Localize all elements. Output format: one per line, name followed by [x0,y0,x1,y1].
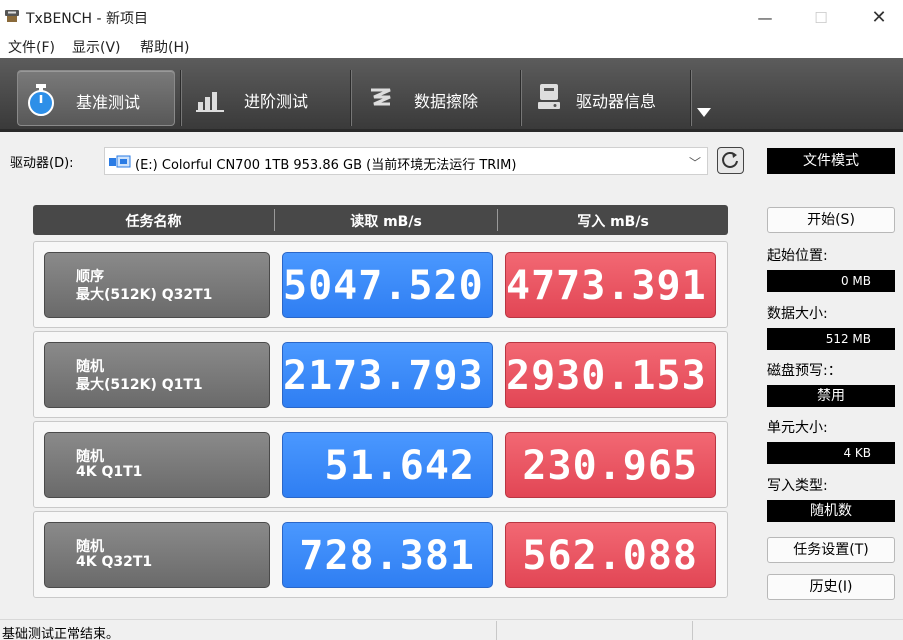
stopwatch-icon [28,84,54,116]
minimize-button[interactable]: — [742,4,788,32]
write-speed-value: 562.088 [505,522,716,588]
refresh-icon [722,152,738,168]
task-type: 随机 [76,449,104,465]
tab-advanced-label: 进阶测试 [244,92,309,111]
unit-size-value[interactable]: 4 KB [767,442,895,464]
drive-info-icon [538,84,560,109]
maximize-button[interactable]: ☐ [798,4,844,32]
result-row-seq: 顺序 最大(512K) Q32T1 5047.520 4773.391 [33,241,728,328]
start-position-label: 起始位置: [767,248,828,264]
write-speed-value: 230.965 [505,432,716,498]
title-bar: TxBENCH - 新项目 — ☐ ✕ [0,0,903,34]
read-speed-value: 5047.520 [282,252,493,318]
task-params: 最大(512K) Q32T1 [76,287,213,303]
tab-drive-info-label: 驱动器信息 [576,92,657,111]
window-title: TxBENCH - 新项目 [26,11,149,27]
task-params: 4K Q32T1 [76,554,153,570]
result-row-rnd-512k: 随机 最大(512K) Q1T1 2173.793 2930.153 [33,331,728,418]
task-button-rnd-4k-q32t1[interactable]: 随机 4K Q32T1 [44,522,270,588]
erase-icon [371,88,391,106]
drive-select[interactable]: (E:) Colorful CN700 1TB 953.86 GB (当前环境无… [104,147,708,175]
menu-view[interactable]: 显示(V) [72,37,121,57]
tab-benchmark-label: 基准测试 [76,93,141,112]
tab-divider [350,70,352,126]
chevron-down-icon: ﹀ [688,156,701,170]
start-position-value[interactable]: 0 MB [767,270,895,292]
status-divider [496,621,497,640]
result-row-rnd-4k-q32t1: 随机 4K Q32T1 728.381 562.088 [33,511,728,598]
task-button-rnd-512k-q1t1[interactable]: 随机 最大(512K) Q1T1 [44,342,270,408]
tab-advanced[interactable]: 进阶测试 [186,70,346,126]
tab-erase[interactable]: 数据擦除 [356,70,516,126]
tab-divider [180,70,182,126]
menu-bar: 文件(F) 显示(V) 帮助(H) [0,34,903,58]
refresh-button[interactable] [717,147,744,174]
data-size-label: 数据大小: [767,306,828,322]
task-type: 顺序 [76,269,104,285]
tab-benchmark[interactable]: 基准测试 [17,70,175,126]
close-button[interactable]: ✕ [856,4,902,32]
header-write: 写入 mB/s [577,214,649,230]
write-type-label: 写入类型: [767,478,828,494]
precondition-value[interactable]: 禁用 [767,385,895,407]
read-speed-value: 2173.793 [282,342,493,408]
status-bar: 基础测试正常结束。 [0,619,903,640]
task-button-seq-q32t1[interactable]: 顺序 最大(512K) Q32T1 [44,252,270,318]
result-row-rnd-4k-q1t1: 随机 4K Q1T1 51.642 230.965 [33,421,728,508]
status-divider [692,621,693,640]
tab-divider [690,70,692,126]
start-button[interactable]: 开始(S) [767,207,895,233]
history-button[interactable]: 历史(I) [767,574,895,600]
toolbar-dropdown-icon[interactable] [697,108,711,117]
drive-select-value: (E:) Colorful CN700 1TB 953.86 GB (当前环境无… [135,158,517,173]
drive-icon [109,155,131,168]
menu-help[interactable]: 帮助(H) [140,37,189,57]
task-type: 随机 [76,539,104,555]
tab-divider [520,70,522,126]
tab-erase-label: 数据擦除 [414,92,479,111]
menu-file[interactable]: 文件(F) [8,37,55,57]
task-params: 最大(512K) Q1T1 [76,377,203,393]
read-speed-value: 728.381 [282,522,493,588]
toolbar: 基准测试 进阶测试 数据擦除 驱动器信息 [0,58,903,132]
results-header: 任务名称 读取 mB/s 写入 mB/s [33,205,728,235]
task-type: 随机 [76,359,104,375]
read-speed-value: 51.642 [282,432,493,498]
task-button-rnd-4k-q1t1[interactable]: 随机 4K Q1T1 [44,432,270,498]
status-text: 基础测试正常结束。 [2,627,120,640]
write-type-value[interactable]: 随机数 [767,500,895,522]
bar-chart-icon [196,92,224,112]
tab-drive-info[interactable]: 驱动器信息 [526,70,686,126]
write-speed-value: 2930.153 [505,342,716,408]
app-icon [5,10,19,22]
unit-size-label: 单元大小: [767,420,828,436]
file-mode-button[interactable]: 文件模式 [767,148,895,174]
task-settings-button[interactable]: 任务设置(T) [767,537,895,563]
write-speed-value: 4773.391 [505,252,716,318]
drive-label: 驱动器(D): [10,156,74,171]
data-size-value[interactable]: 512 MB [767,328,895,350]
header-task-name: 任务名称 [125,214,182,230]
precondition-label: 磁盘预写:： [767,363,842,379]
task-params: 4K Q1T1 [76,464,143,480]
header-read: 读取 mB/s [350,214,422,230]
